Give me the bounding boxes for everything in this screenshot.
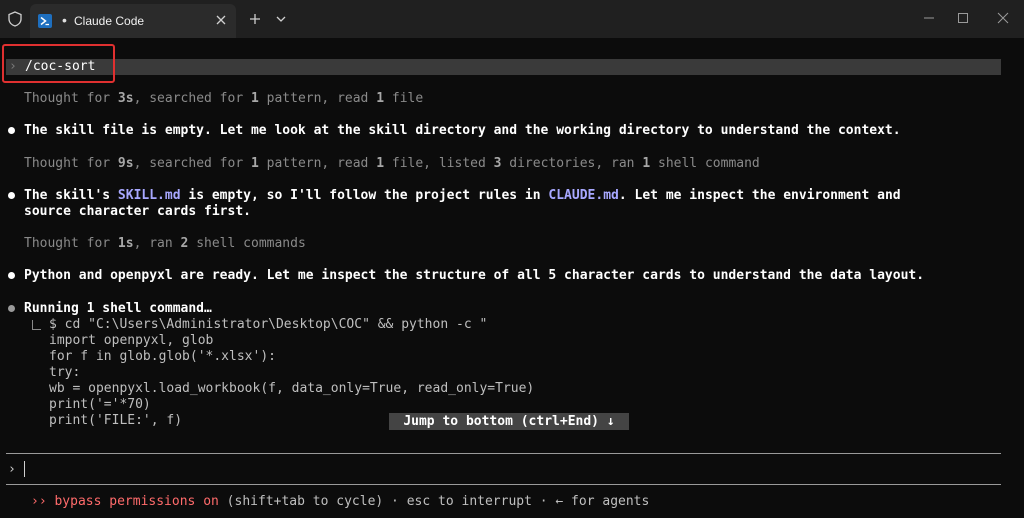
assistant-message-1: The skill file is empty. Let me look at …: [24, 123, 901, 138]
message-bullet: [8, 192, 15, 199]
code-line: for f in glob.glob('*.xlsx'):: [49, 349, 276, 364]
code-line: wb = openpyxl.load_workbook(f, data_only…: [49, 381, 535, 396]
tab-claude-code[interactable]: • Claude Code: [30, 4, 236, 38]
chevron-down-icon[interactable]: [274, 12, 288, 26]
code-line: print('FILE:', f): [49, 413, 183, 428]
bypass-chevrons-icon: ››: [31, 494, 47, 509]
command-echo-bar: [6, 59, 1001, 75]
tree-connector: [32, 320, 41, 330]
thought-summary-3: Thought for 1s, ran 2 shell commands: [24, 236, 306, 251]
status-hint: (shift+tab to cycle) · esc to interrupt …: [218, 494, 650, 509]
input-divider-bottom: [6, 484, 1001, 485]
input-prompt-icon: ›: [8, 462, 16, 477]
code-line: try:: [49, 365, 81, 380]
close-tab-icon[interactable]: [213, 12, 229, 28]
code-line: print('='*70): [49, 397, 151, 412]
code-line: import openpyxl, glob: [49, 333, 214, 348]
thought-summary-1: Thought for 3s, searched for 1 pattern, …: [24, 91, 424, 106]
annotation-highlight-box: [2, 44, 115, 83]
thought-summary-2: Thought for 9s, searched for 1 pattern, …: [24, 156, 760, 171]
code-line: $ cd "C:\Users\Administrator\Desktop\COC…: [49, 317, 488, 332]
assistant-message-2: The skill's SKILL.md is empty, so I'll f…: [24, 188, 901, 203]
status-bar: ›› bypass permissions on (shift+tab to c…: [31, 494, 649, 509]
skill-md-link[interactable]: SKILL.md: [118, 188, 181, 203]
claude-md-link[interactable]: CLAUDE.md: [548, 188, 618, 203]
message-bullet: [8, 127, 15, 134]
new-tab-icon[interactable]: [247, 11, 263, 27]
title-bar: • Claude Code: [0, 0, 1024, 38]
running-status: Running 1 shell command…: [24, 301, 212, 316]
jump-to-bottom-button[interactable]: Jump to bottom (ctrl+End) ↓: [389, 413, 629, 430]
message-bullet: [8, 272, 15, 279]
maximize-icon[interactable]: [953, 8, 973, 28]
permissions-mode: bypass permissions on: [54, 494, 219, 509]
powershell-icon: [38, 14, 52, 28]
close-window-icon[interactable]: [993, 8, 1013, 28]
minimize-icon[interactable]: [919, 8, 939, 28]
assistant-message-3: Python and openpyxl are ready. Let me in…: [24, 268, 925, 283]
input-divider-top: [6, 453, 1001, 454]
shield-icon[interactable]: [6, 10, 24, 28]
running-indicator: [8, 305, 15, 312]
assistant-message-2-cont: source character cards first.: [24, 204, 251, 219]
unsaved-dot: •: [62, 12, 67, 28]
tab-title: Claude Code: [74, 14, 145, 28]
text-cursor: [24, 461, 25, 477]
